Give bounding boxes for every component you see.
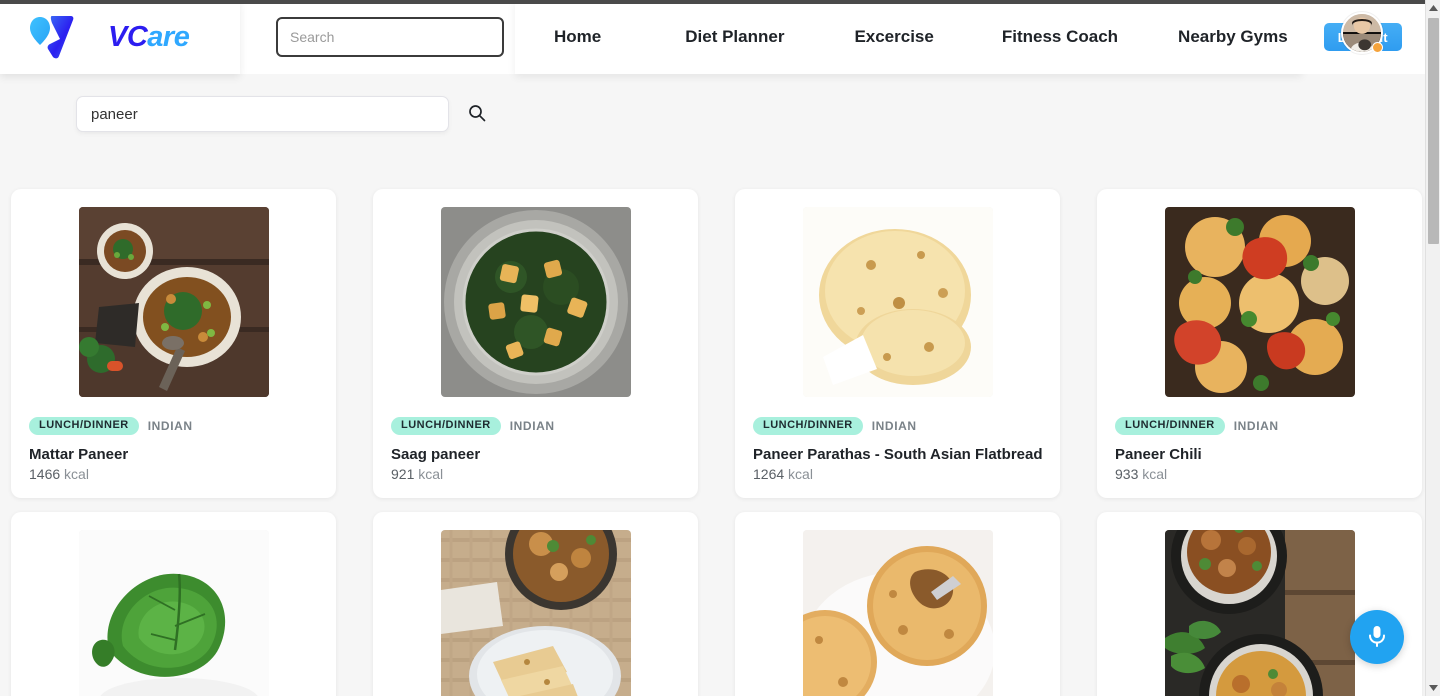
spinach-leaves-image — [78, 530, 269, 696]
food-results-grid: LUNCH/DINNER INDIAN Mattar Paneer 1466 k… — [11, 189, 1425, 696]
card-tags: LUNCH/DINNER INDIAN — [391, 417, 680, 435]
search-icon — [467, 103, 487, 126]
cuisine-label: INDIAN — [147, 419, 193, 433]
card-tags: LUNCH/DINNER INDIAN — [1115, 417, 1404, 435]
kcal-value: 933 — [1115, 466, 1139, 482]
food-card[interactable] — [373, 512, 698, 696]
nav-item-nearby-gyms[interactable]: Nearby Gyms — [1164, 27, 1302, 47]
results-search-row — [0, 96, 1425, 144]
meal-type-badge: LUNCH/DINNER — [29, 417, 139, 435]
card-tags: LUNCH/DINNER INDIAN — [753, 417, 1042, 435]
user-avatar-button[interactable] — [1341, 12, 1383, 54]
food-title: Saag paneer — [391, 446, 481, 463]
vcare-logo-icon — [26, 13, 98, 61]
app-root: VCare Home Diet Planner Excercise Fitnes… — [0, 0, 1440, 696]
nav-item-excercise[interactable]: Excercise — [840, 27, 947, 47]
brand-name-part1: VC — [108, 20, 148, 53]
stuffed-parathas-plate-image — [802, 530, 993, 696]
meal-type-badge: LUNCH/DINNER — [1115, 417, 1225, 435]
food-title: Mattar Paneer — [29, 446, 129, 463]
food-calories: 1466 kcal — [29, 466, 318, 482]
dark-bowls-dish-image — [1164, 530, 1355, 696]
cuisine-label: INDIAN — [1233, 419, 1279, 433]
brand-name: VCare — [108, 20, 190, 53]
flatbread-stack-image — [802, 207, 993, 397]
kcal-unit: kcal — [788, 466, 813, 482]
microphone-icon — [1364, 623, 1390, 652]
food-card[interactable]: LUNCH/DINNER INDIAN Paneer Chili 933 kca… — [1097, 189, 1422, 498]
meal-type-badge: LUNCH/DINNER — [753, 417, 863, 435]
brand-name-part2: are — [147, 20, 190, 53]
food-calories: 933 kcal — [1115, 466, 1404, 482]
saag-paneer-pan-image — [440, 207, 631, 397]
main-navigation: Home Diet Planner Excercise Fitness Coac… — [540, 0, 1402, 74]
site-header: VCare Home Diet Planner Excercise Fitnes… — [0, 0, 1425, 74]
vertical-scrollbar[interactable] — [1425, 0, 1440, 696]
paratha-plate-with-curry-image — [440, 530, 631, 696]
nav-item-fitness-coach[interactable]: Fitness Coach — [988, 27, 1132, 47]
kcal-value: 921 — [391, 466, 415, 482]
food-title: Paneer Chili — [1115, 446, 1202, 463]
meal-type-badge: LUNCH/DINNER — [391, 417, 501, 435]
kcal-unit: kcal — [64, 466, 89, 482]
food-card[interactable]: LUNCH/DINNER INDIAN Saag paneer 921 kcal — [373, 189, 698, 498]
kcal-unit: kcal — [418, 466, 444, 482]
nav-item-diet-planner[interactable]: Diet Planner — [671, 27, 798, 47]
food-card[interactable]: LUNCH/DINNER INDIAN Mattar Paneer 1466 k… — [11, 189, 336, 498]
scroll-down-arrow-icon[interactable] — [1426, 680, 1440, 696]
food-calories: 1264 kcal — [753, 466, 1042, 482]
kcal-value: 1264 — [753, 466, 785, 482]
curry-bowls-on-wood-image — [78, 207, 269, 397]
food-card[interactable] — [1097, 512, 1422, 696]
scroll-up-arrow-icon[interactable] — [1426, 0, 1440, 16]
nav-item-home[interactable]: Home — [540, 27, 615, 47]
kcal-value: 1466 — [29, 466, 61, 482]
kcal-unit: kcal — [1142, 466, 1168, 482]
food-calories: 921 kcal — [391, 466, 680, 482]
avatar-status-dot — [1372, 42, 1383, 53]
food-search-button[interactable] — [465, 102, 489, 126]
header-search-input[interactable] — [276, 17, 504, 57]
food-search-input[interactable] — [76, 96, 449, 132]
cuisine-label: INDIAN — [871, 419, 917, 433]
food-title: Paneer Parathas - South Asian Flatbread — [753, 446, 1043, 463]
paneer-chili-peppers-image — [1164, 207, 1355, 397]
cuisine-label: INDIAN — [509, 419, 555, 433]
card-tags: LUNCH/DINNER INDIAN — [29, 417, 318, 435]
voice-search-button[interactable] — [1350, 610, 1404, 664]
food-card[interactable]: LUNCH/DINNER INDIAN Paneer Parathas - So… — [735, 189, 1060, 498]
food-card[interactable] — [735, 512, 1060, 696]
brand-logo[interactable]: VCare — [26, 13, 190, 61]
window-top-edge — [0, 0, 1425, 4]
food-card[interactable] — [11, 512, 336, 696]
scrollbar-thumb[interactable] — [1428, 18, 1439, 244]
